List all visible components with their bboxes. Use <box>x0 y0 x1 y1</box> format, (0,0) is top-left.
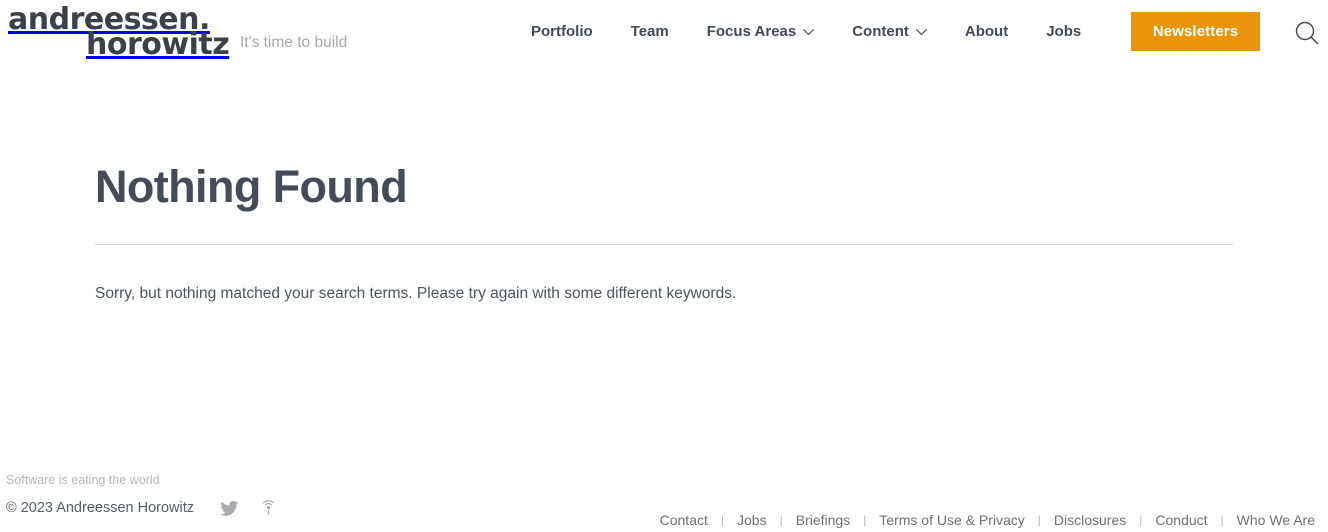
nav-label-focus-areas: Focus Areas <box>706 22 797 40</box>
nav-item-portfolio[interactable]: Portfolio <box>512 0 612 62</box>
footer-link-conduct[interactable]: Conduct <box>1142 512 1220 528</box>
podcast-icon[interactable] <box>259 499 278 518</box>
nav-label-portfolio: Portfolio <box>531 22 593 40</box>
nav-item-focus-areas[interactable]: Focus Areas <box>688 0 833 62</box>
nav-item-about[interactable]: About <box>946 0 1027 62</box>
search-icon[interactable] <box>1292 18 1322 48</box>
nav-item-jobs[interactable]: Jobs <box>1027 0 1100 62</box>
site-footer: Software is eating the world © 2023 Andr… <box>0 474 1328 532</box>
newsletters-button[interactable]: Newsletters <box>1131 12 1260 51</box>
logo-link[interactable]: andreessen. horowitz <box>8 5 230 59</box>
footer-link-disclosures[interactable]: Disclosures <box>1041 512 1139 528</box>
nav-label-jobs: Jobs <box>1046 22 1082 40</box>
page-title: Nothing Found <box>95 161 408 212</box>
footer-motto: Software is eating the world <box>6 473 160 487</box>
chevron-down-icon <box>803 28 815 36</box>
nav-label-content: Content <box>852 22 909 40</box>
title-divider <box>95 244 1233 245</box>
a16z-logo: andreessen. horowitz <box>8 5 230 59</box>
footer-copyright-row: © 2023 Andreessen Horowitz <box>6 499 278 518</box>
tagline: It's time to build <box>240 34 348 51</box>
main-navigation: Portfolio Team Focus Areas Content About… <box>512 0 1100 62</box>
footer-link-who-we-are[interactable]: Who We Are <box>1224 512 1328 528</box>
footer-link-briefings[interactable]: Briefings <box>783 512 863 528</box>
footer-left-block: Software is eating the world © 2023 Andr… <box>6 474 278 518</box>
no-results-message: Sorry, but nothing matched your search t… <box>95 285 737 302</box>
chevron-down-icon <box>916 28 927 36</box>
twitter-icon[interactable] <box>220 499 239 518</box>
nav-item-team[interactable]: Team <box>612 0 688 62</box>
nav-item-content[interactable]: Content <box>833 0 946 62</box>
footer-link-terms[interactable]: Terms of Use & Privacy <box>866 512 1037 528</box>
footer-links: Contact | Jobs | Briefings | Terms of Us… <box>647 512 1328 528</box>
footer-link-contact[interactable]: Contact <box>647 512 721 528</box>
nav-label-about: About <box>964 22 1009 40</box>
copyright-text: © 2023 Andreessen Horowitz <box>6 500 195 516</box>
footer-link-jobs[interactable]: Jobs <box>724 512 780 528</box>
social-links <box>220 499 278 518</box>
site-header: andreessen. horowitz It's time to build … <box>0 0 1328 62</box>
nav-label-team: Team <box>630 22 669 40</box>
